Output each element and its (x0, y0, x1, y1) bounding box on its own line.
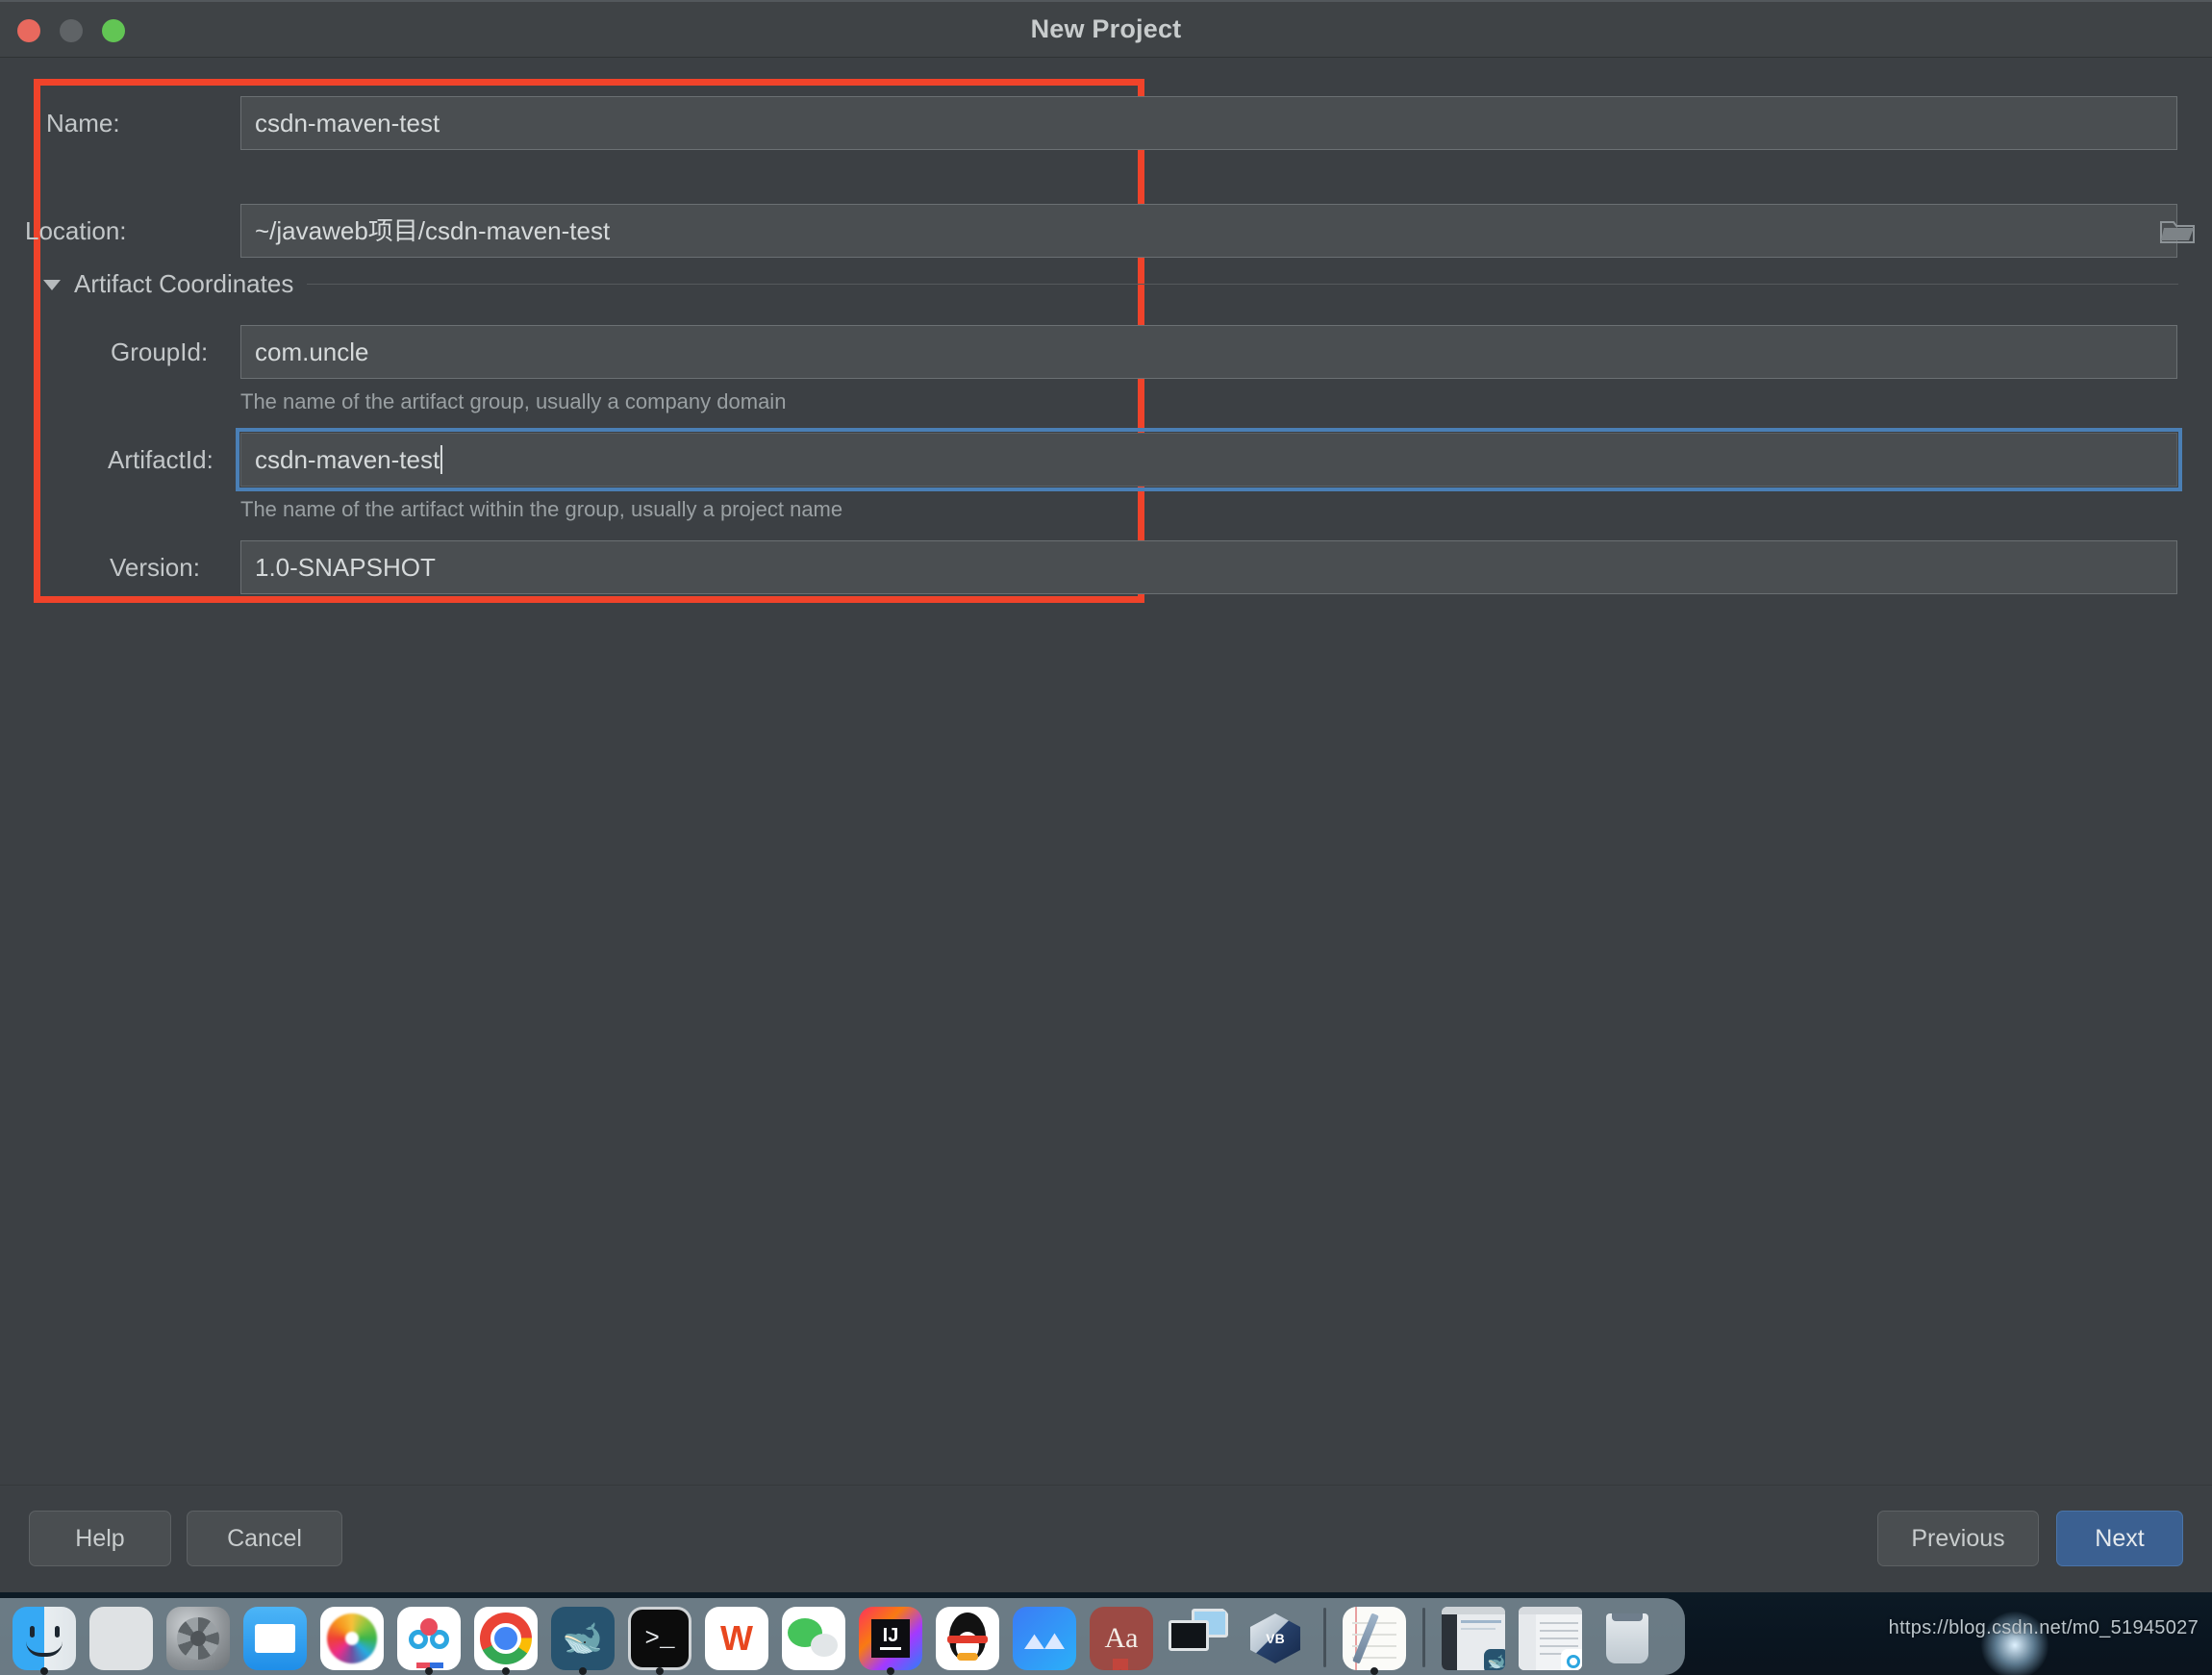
running-indicator (425, 1667, 433, 1675)
finder-icon (13, 1607, 76, 1670)
penguin-icon (936, 1607, 999, 1670)
dock-item-finder[interactable] (6, 1602, 83, 1675)
artifactid-value: csdn-maven-test (255, 445, 440, 474)
close-button[interactable] (17, 19, 40, 42)
dock-item-trash[interactable] (1589, 1602, 1666, 1675)
running-indicator (1370, 1667, 1378, 1675)
version-label: Version: (110, 553, 200, 582)
new-project-dialog: New Project Name: csdn-maven-test Locati… (0, 0, 2212, 1592)
macos-dock: 🐋 >_ W IJ Aa VB 🐋 (0, 1598, 1685, 1675)
terminal-icon: >_ (628, 1607, 691, 1670)
section-label: Artifact Coordinates (74, 268, 294, 298)
folder-icon[interactable] (2158, 215, 2197, 246)
dock-item-mysql-workbench[interactable]: 🐋 (544, 1602, 621, 1675)
dock-divider (1323, 1608, 1326, 1667)
name-input[interactable]: csdn-maven-test (240, 96, 2177, 150)
dock-item-wps-office[interactable]: W (698, 1602, 775, 1675)
dock-item-minimized-finder[interactable] (1512, 1602, 1589, 1675)
dock-item-photos[interactable] (314, 1602, 390, 1675)
groupid-row: GroupId: com.uncle (0, 325, 2212, 379)
location-row: Location: ~/javaweb项目/csdn-maven-test (0, 204, 2212, 258)
triangle-down-icon[interactable] (43, 280, 61, 290)
dock-item-screen-sharing[interactable] (1160, 1602, 1237, 1675)
text-caret (440, 445, 443, 474)
dialog-button-bar: Help Cancel Previous Next (0, 1485, 2212, 1592)
idea-icon: IJ (859, 1607, 922, 1670)
chrome-icon (474, 1607, 538, 1670)
window-title-bar: New Project (0, 0, 2212, 58)
watermark-text: https://blog.csdn.net/m0_51945027 (1888, 1617, 2199, 1638)
dock-item-launchpad[interactable] (83, 1602, 160, 1675)
groupid-label: GroupId: (111, 338, 209, 366)
mail-icon (243, 1607, 307, 1670)
running-indicator (656, 1667, 664, 1675)
notes-icon (1343, 1607, 1406, 1670)
dock-divider (1422, 1608, 1425, 1667)
version-input[interactable]: 1.0-SNAPSHOT (240, 540, 2177, 594)
dock-item-system-preferences[interactable] (160, 1602, 237, 1675)
baidu-netdisk-icon (397, 1607, 461, 1670)
launchpad-icon (89, 1607, 153, 1670)
minimized-window-icon: 🐋 (1442, 1607, 1505, 1670)
wps-icon: W (705, 1607, 768, 1670)
running-indicator (40, 1667, 48, 1675)
dolphin-icon: 🐋 (551, 1607, 615, 1670)
wechat-icon (782, 1607, 845, 1670)
artifact-coordinates-section-header[interactable]: Artifact Coordinates (43, 264, 2178, 303)
location-label: Location: (25, 216, 127, 245)
dock-item-virtualbox[interactable]: VB (1237, 1602, 1314, 1675)
dock-item-qq[interactable] (929, 1602, 1006, 1675)
dock-item-google-chrome[interactable] (467, 1602, 544, 1675)
name-label: Name: (46, 109, 120, 138)
running-indicator (502, 1667, 510, 1675)
dock-item-xmind[interactable] (1006, 1602, 1083, 1675)
artifactid-label: ArtifactId: (108, 445, 214, 474)
dock-item-mail[interactable] (237, 1602, 314, 1675)
desktop-wallpaper: https://blog.csdn.net/m0_51945027 🐋 >_ W… (0, 1592, 2212, 1675)
artifactid-hint: The name of the artifact within the grou… (240, 497, 843, 521)
dock-item-dictionary[interactable]: Aa (1083, 1602, 1160, 1675)
groupid-hint: The name of the artifact group, usually … (240, 389, 787, 413)
dock-item-terminal[interactable]: >_ (621, 1602, 698, 1675)
dock-item-intellij-idea[interactable]: IJ (852, 1602, 929, 1675)
running-indicator (579, 1667, 587, 1675)
name-row: Name: csdn-maven-test (0, 96, 2212, 150)
version-row: Version: 1.0-SNAPSHOT (0, 540, 2212, 594)
display-icon (1167, 1607, 1230, 1670)
next-button[interactable]: Next (2056, 1511, 2183, 1566)
photos-icon (320, 1607, 384, 1670)
artifactid-row: ArtifactId: csdn-maven-test (0, 428, 2212, 491)
window-title: New Project (1030, 14, 1182, 43)
artifactid-input[interactable]: csdn-maven-test (236, 428, 2182, 491)
dock-item-notes[interactable] (1336, 1602, 1413, 1675)
dialog-body: Name: csdn-maven-test Location: ~/javawe… (0, 58, 2212, 1592)
virtualbox-icon: VB (1244, 1607, 1307, 1670)
location-input[interactable]: ~/javaweb项目/csdn-maven-test (240, 204, 2177, 258)
trash-icon (1596, 1607, 1659, 1670)
dock-item-wechat[interactable] (775, 1602, 852, 1675)
running-indicator (887, 1667, 894, 1675)
xmind-icon (1013, 1607, 1076, 1670)
groupid-input[interactable]: com.uncle (240, 325, 2177, 379)
minimized-window-icon (1519, 1607, 1582, 1670)
dock-item-baidu-netdisk[interactable] (390, 1602, 467, 1675)
section-divider (307, 283, 2178, 285)
dictionary-icon: Aa (1090, 1607, 1153, 1670)
previous-button[interactable]: Previous (1877, 1511, 2039, 1566)
help-button[interactable]: Help (29, 1511, 171, 1566)
gear-icon (166, 1607, 230, 1670)
dock-item-minimized-mysql-workbench[interactable]: 🐋 (1435, 1602, 1512, 1675)
minimize-button[interactable] (60, 19, 83, 42)
cancel-button[interactable]: Cancel (187, 1511, 342, 1566)
window-controls (10, 2, 125, 60)
zoom-button[interactable] (102, 19, 125, 42)
